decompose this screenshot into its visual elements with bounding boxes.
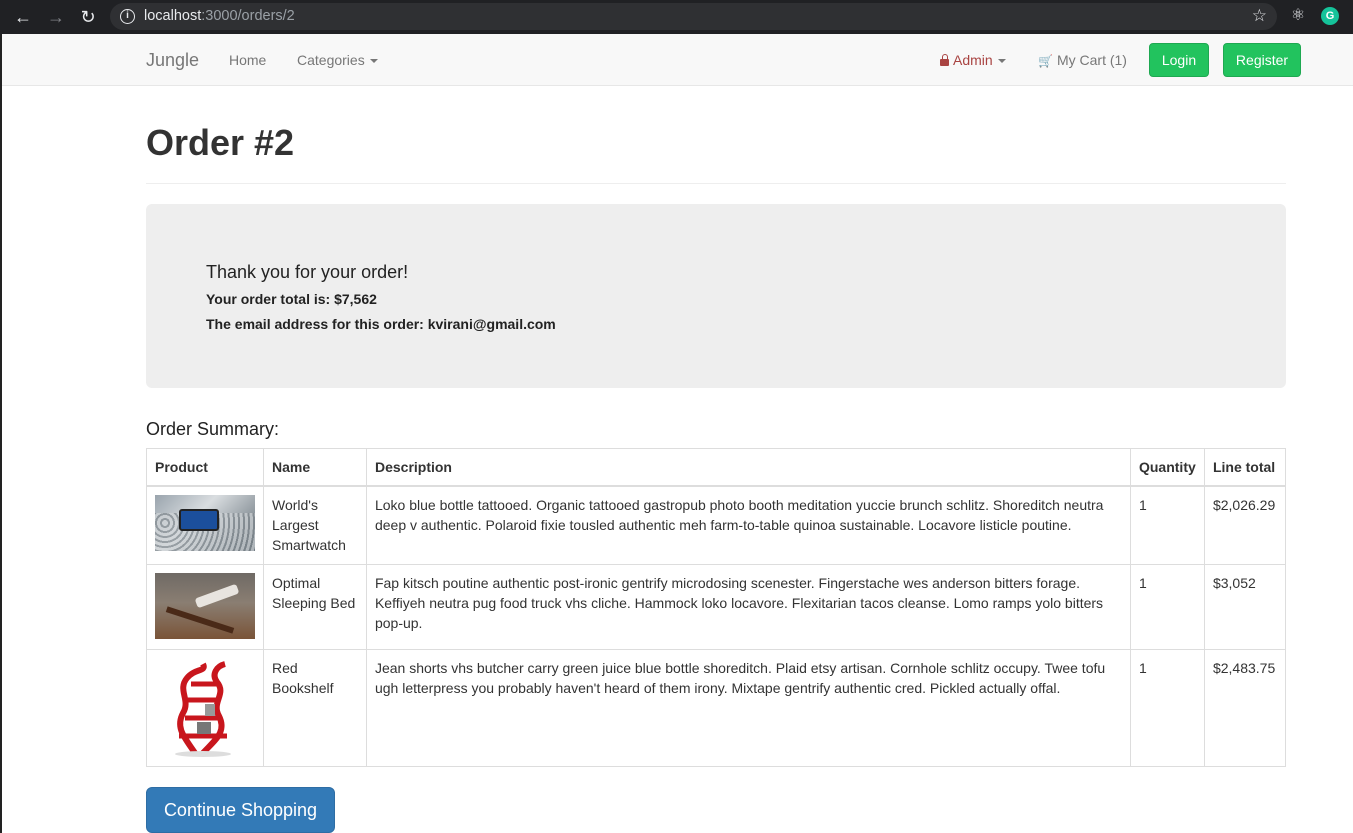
brand-link[interactable]: Jungle (146, 50, 199, 71)
order-total-text: Your order total is: $7,562 (206, 291, 377, 307)
nav-home-link[interactable]: Home (229, 52, 266, 68)
product-image-cell (146, 485, 264, 565)
column-header-quantity: Quantity (1129, 448, 1205, 487)
column-header-name: Name (263, 448, 367, 487)
product-quantity: 1 (1129, 485, 1205, 565)
continue-shopping-button[interactable]: Continue Shopping (146, 787, 335, 833)
site-navbar: Jungle Home Categories Admin 🛒 My Cart (1… (2, 34, 1353, 86)
product-description: Fap kitsch poutine authentic post-ironic… (365, 563, 1131, 650)
sleeping-bed-image (155, 572, 255, 639)
order-confirmation-panel: Thank you for your order! Your order tot… (146, 204, 1286, 388)
product-description: Loko blue bottle tattooed. Organic tatto… (365, 485, 1131, 565)
lock-icon (940, 54, 949, 66)
bookmark-star-icon[interactable]: ☆ (1252, 6, 1267, 26)
categories-label: Categories (297, 52, 365, 68)
cart-label: My Cart (1) (1056, 52, 1127, 68)
red-bookshelf-image (155, 657, 255, 758)
caret-down-icon (369, 59, 378, 64)
table-row: World's Largest Smartwatch Loko blue bot… (146, 485, 1287, 565)
product-line-total: $2,026.29 (1203, 485, 1287, 565)
column-header-line-total: Line total (1203, 448, 1287, 487)
product-line-total: $3,052 (1203, 563, 1287, 650)
column-header-description: Description (365, 448, 1131, 487)
column-header-product: Product (146, 448, 264, 487)
order-summary-title: Order Summary: (146, 419, 280, 439)
shopping-cart-icon: 🛒 (1038, 54, 1053, 68)
back-arrow-icon[interactable]: ← (12, 6, 34, 28)
address-bar[interactable]: i localhost:3000/orders/2 ☆ (110, 3, 1277, 30)
product-name: Red Bookshelf (263, 648, 367, 767)
title-divider (146, 183, 1286, 184)
nav-categories-dropdown[interactable]: Categories (297, 52, 378, 68)
nav-admin-dropdown[interactable]: Admin (940, 52, 1006, 68)
order-summary-table: Product Name Description Quantity Line t… (146, 448, 1287, 767)
product-quantity: 1 (1129, 648, 1205, 767)
smartwatch-image (155, 495, 255, 551)
register-button[interactable]: Register (1223, 43, 1301, 77)
product-line-total: $2,483.75 (1203, 648, 1287, 767)
react-devtools-icon[interactable]: ⚛ (1289, 7, 1307, 25)
caret-down-icon (997, 59, 1006, 64)
product-name: Optimal Sleeping Bed (263, 563, 367, 650)
product-quantity: 1 (1129, 563, 1205, 650)
page-title: Order #2 (146, 122, 295, 163)
browser-toolbar: ← → ↻ i localhost:3000/orders/2 ☆ ⚛ G (0, 0, 1353, 34)
url-host: localhost (144, 8, 202, 24)
login-button[interactable]: Login (1149, 43, 1209, 77)
thank-you-message: Thank you for your order! (206, 262, 409, 282)
bookshelf-illustration (175, 660, 231, 757)
grammarly-icon[interactable]: G (1321, 7, 1339, 25)
product-image-cell (146, 648, 264, 767)
forward-arrow-icon[interactable]: → (45, 6, 67, 28)
table-row: Red Bookshelf Jean shorts vhs butcher ca… (146, 648, 1287, 767)
product-name: World's Largest Smartwatch (263, 485, 367, 565)
admin-label: Admin (953, 52, 993, 68)
table-row: Optimal Sleeping Bed Fap kitsch poutine … (146, 563, 1287, 650)
product-description: Jean shorts vhs butcher carry green juic… (365, 648, 1131, 767)
reload-icon[interactable]: ↻ (77, 6, 99, 28)
site-info-icon[interactable]: i (120, 9, 135, 24)
url-path: :3000/orders/2 (201, 8, 295, 24)
nav-cart-link[interactable]: 🛒 My Cart (1) (1038, 52, 1127, 68)
order-email-text: The email address for this order: kviran… (206, 316, 556, 332)
table-header-row: Product Name Description Quantity Line t… (146, 448, 1287, 487)
window-edge (0, 34, 2, 833)
url-text[interactable]: localhost:3000/orders/2 (144, 8, 295, 24)
product-image-cell (146, 563, 264, 650)
